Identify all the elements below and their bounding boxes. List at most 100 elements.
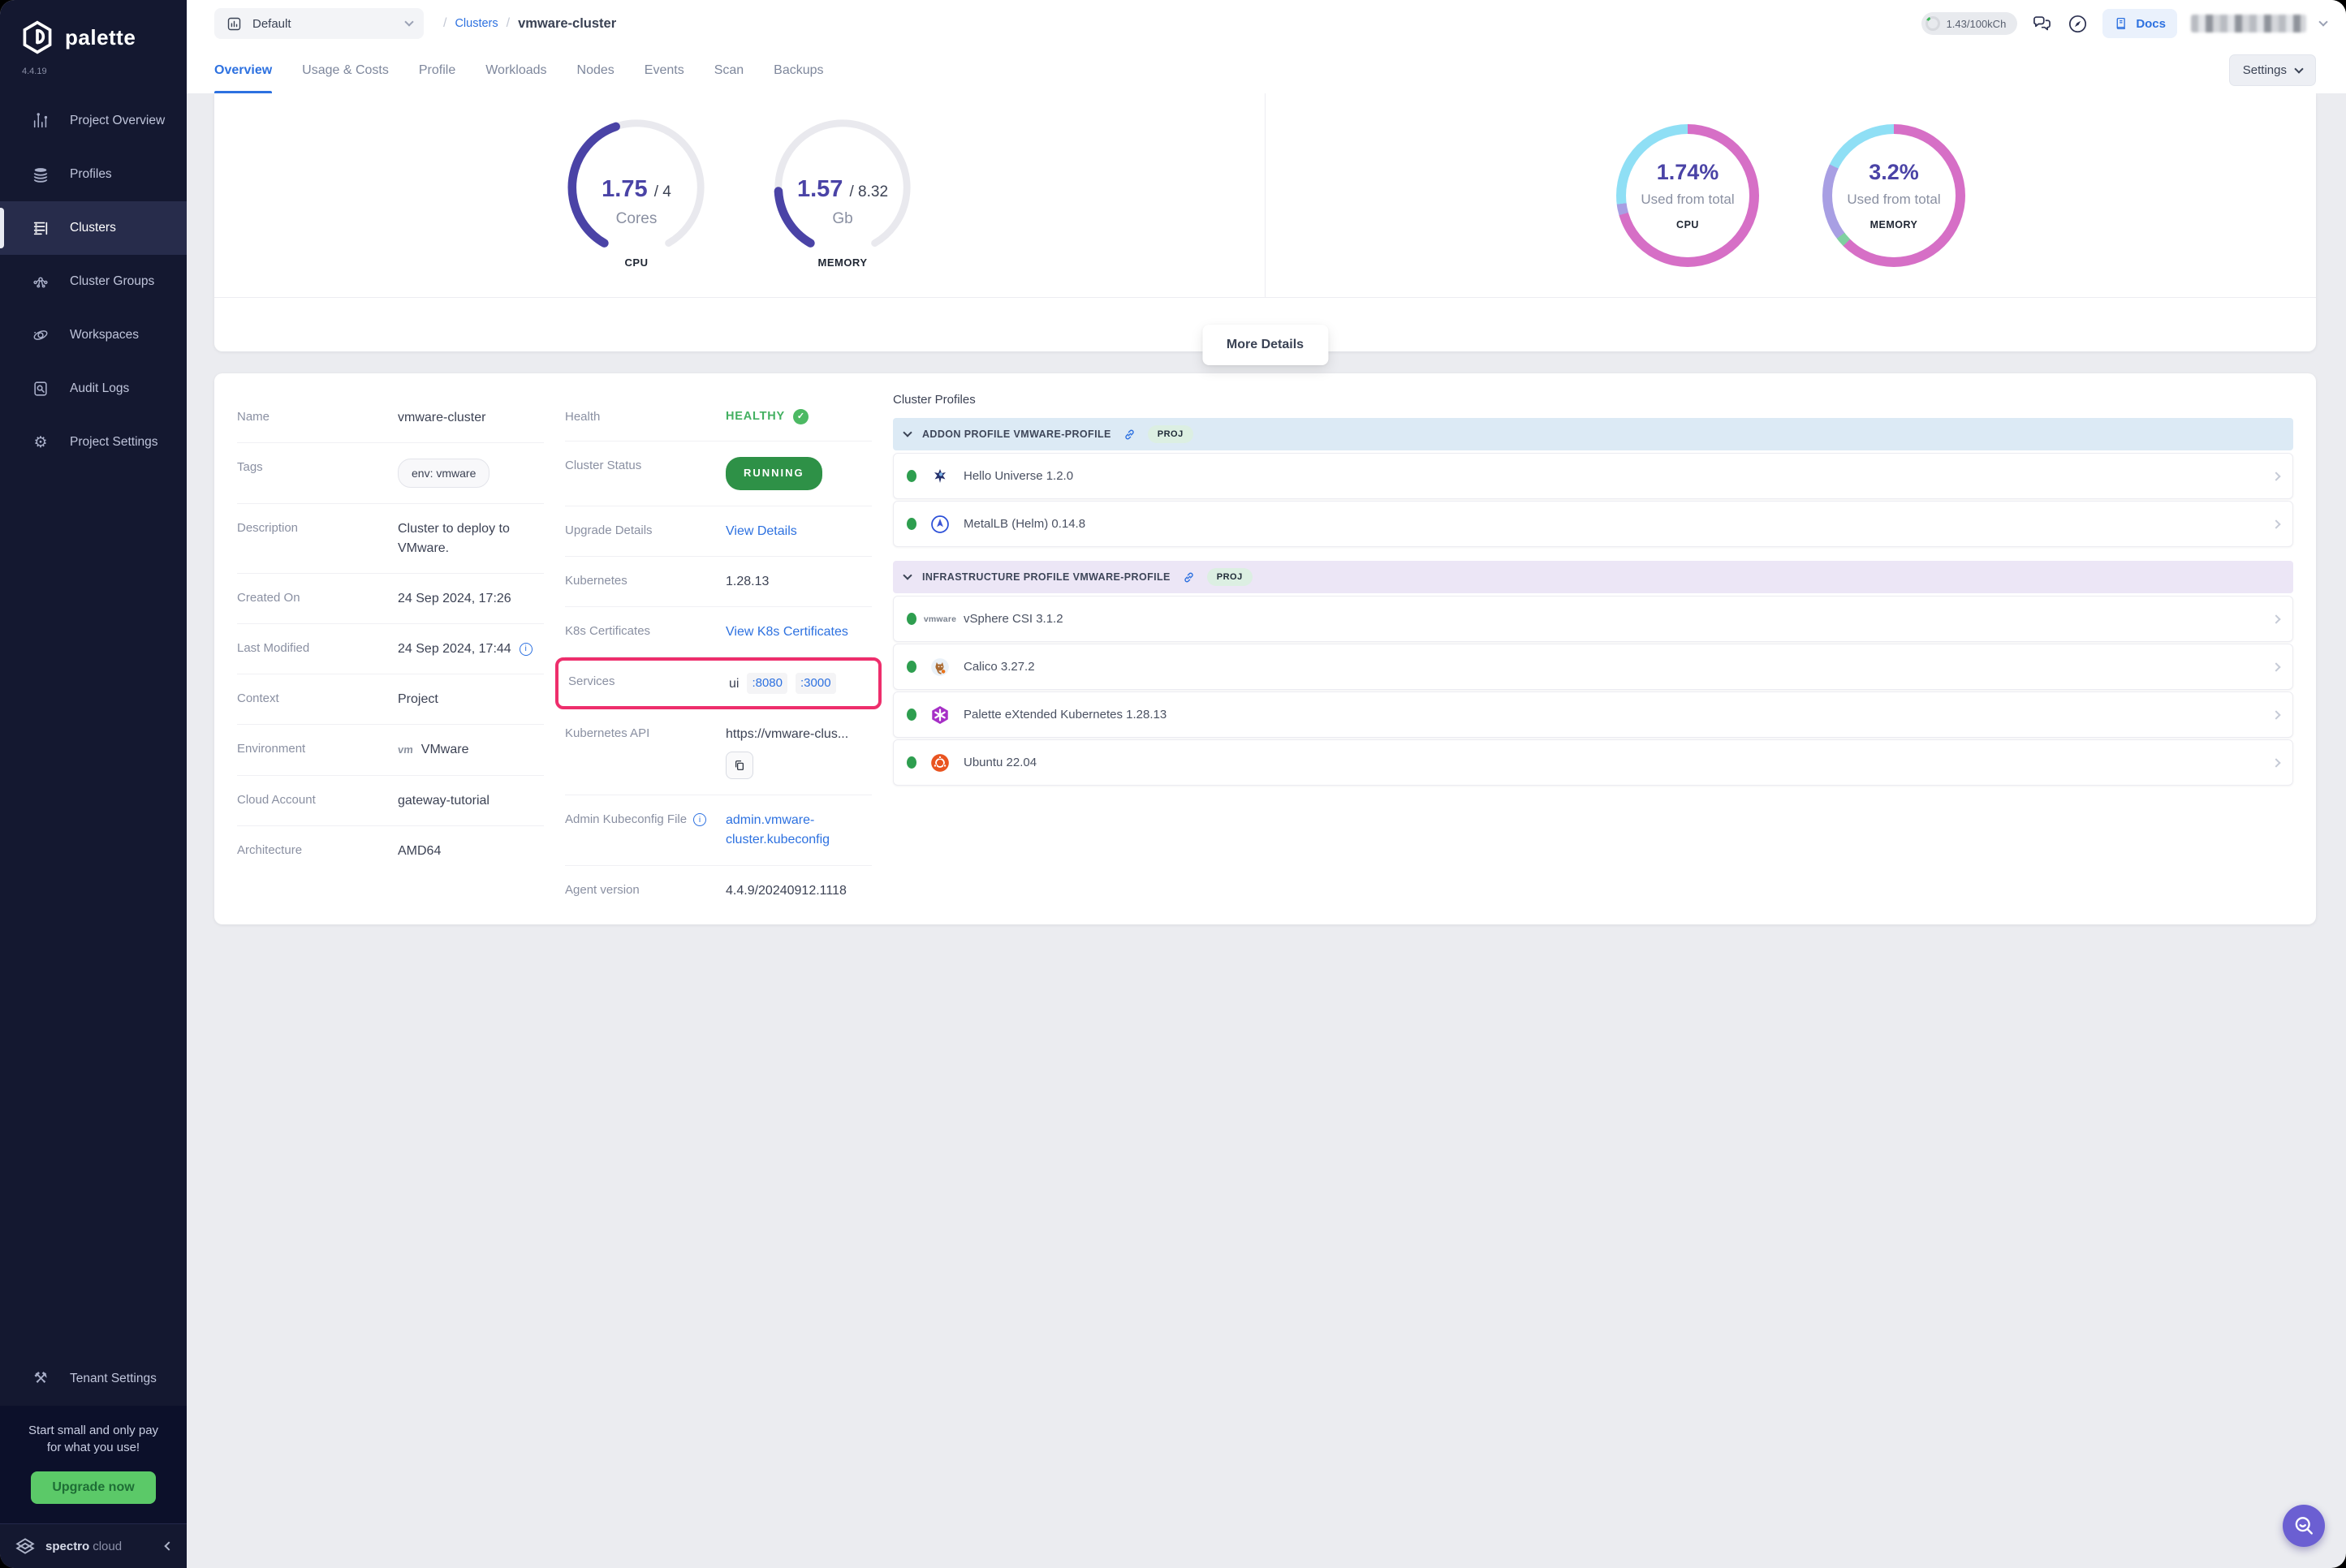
row-upgrade-details: Upgrade Details View Details xyxy=(565,506,872,557)
user-menu-redacted[interactable] xyxy=(2191,15,2306,32)
main-area: Default / Clusters / vmware-cluster 1.43… xyxy=(187,0,2346,1568)
service-name: ui xyxy=(729,674,739,693)
sidebar-item-label: Profiles xyxy=(70,167,112,182)
sidebar-item-project-overview[interactable]: Project Overview xyxy=(0,94,187,148)
compass-icon xyxy=(2067,13,2089,35)
breadcrumb-clusters-link[interactable]: Clusters xyxy=(455,17,498,30)
tab-scan[interactable]: Scan xyxy=(714,47,744,93)
row-health: Health HEALTHY✓ xyxy=(565,393,872,442)
profile-item-metallb[interactable]: MetalLB (Helm) 0.14.8 xyxy=(893,501,2293,547)
copy-button[interactable] xyxy=(726,752,753,779)
user-chevron-down-icon[interactable] xyxy=(2318,17,2327,26)
network-icon xyxy=(31,272,50,291)
tab-profile[interactable]: Profile xyxy=(419,47,455,93)
collapse-sidebar-button[interactable] xyxy=(166,1539,172,1553)
proj-badge: PROJ xyxy=(1148,425,1193,443)
header-block: Default / Clusters / vmware-cluster 1.43… xyxy=(187,0,2346,93)
detail-label: Cloud Account xyxy=(237,791,398,807)
view-details-link[interactable]: View Details xyxy=(726,522,797,541)
info-icon[interactable]: i xyxy=(520,643,533,656)
breadcrumb-separator: / xyxy=(443,16,446,31)
chevron-down-icon xyxy=(2294,64,2303,73)
profile-item-palette-extended-kubernetes[interactable]: Palette eXtended Kubernetes 1.28.13 xyxy=(893,691,2293,738)
profile-item-vsphere-csi[interactable]: vmware vSphere CSI 3.1.2 xyxy=(893,596,2293,642)
sidebar: palette 4.4.19 Project Overview Profiles xyxy=(0,0,187,1568)
app-version: 4.4.19 xyxy=(0,60,187,88)
footer-brand-bold: spectro xyxy=(45,1540,89,1553)
info-icon[interactable]: i xyxy=(693,813,706,826)
detail-label: Architecture xyxy=(237,842,398,857)
link-icon[interactable] xyxy=(1123,428,1136,442)
settings-button[interactable]: Settings xyxy=(2229,54,2316,86)
sidebar-item-tenant-settings[interactable]: ⚒ Tenant Settings xyxy=(0,1352,187,1406)
row-created-on: Created On 24 Sep 2024, 17:26 xyxy=(237,574,544,624)
sidebar-item-cluster-groups[interactable]: Cluster Groups xyxy=(0,255,187,308)
infrastructure-profile-title: INFRASTRUCTURE PROFILE VMWARE-PROFILE xyxy=(922,571,1171,583)
upgrade-now-button[interactable]: Upgrade now xyxy=(31,1471,155,1504)
profile-item-calico[interactable]: Calico 3.27.2 xyxy=(893,644,2293,690)
chevron-right-icon xyxy=(2271,662,2280,671)
sidebar-item-label: Audit Logs xyxy=(70,381,129,396)
tab-usage-costs[interactable]: Usage & Costs xyxy=(302,47,389,93)
tab-nodes[interactable]: Nodes xyxy=(577,47,615,93)
detail-label: Description xyxy=(237,519,398,535)
status-dot xyxy=(907,613,916,625)
service-port-3000-link[interactable]: :3000 xyxy=(796,673,836,694)
tab-workloads[interactable]: Workloads xyxy=(485,47,546,93)
view-k8s-certificates-link[interactable]: View K8s Certificates xyxy=(726,622,848,641)
infrastructure-profile-header[interactable]: INFRASTRUCTURE PROFILE VMWARE-PROFILE PR… xyxy=(893,561,2293,593)
server-list-icon xyxy=(31,218,50,238)
docs-button[interactable]: Docs xyxy=(2102,9,2177,38)
detail-label: Health xyxy=(565,408,726,424)
profile-item-ubuntu[interactable]: Ubuntu 22.04 xyxy=(893,739,2293,786)
sidebar-item-clusters[interactable]: Clusters xyxy=(0,201,187,255)
row-context: Context Project xyxy=(237,674,544,725)
tab-backups[interactable]: Backups xyxy=(774,47,823,93)
calico-icon xyxy=(929,656,951,678)
detail-label: Services xyxy=(568,673,729,688)
sidebar-item-workspaces[interactable]: Workspaces xyxy=(0,308,187,362)
row-services-highlighted: Services ui :8080 :3000 xyxy=(555,657,882,709)
row-environment: Environment vmVMware xyxy=(237,725,544,775)
usage-donuts: 1.74% Used from total CPU 3.2% Used from… xyxy=(1266,93,2316,297)
row-kubernetes-api: Kubernetes API https://vmware-clus... xyxy=(565,709,872,795)
row-k8s-certificates: K8s Certificates View K8s Certificates xyxy=(565,607,872,657)
chevron-down-icon xyxy=(903,571,912,579)
detail-value: gateway-tutorial xyxy=(398,791,489,810)
detail-label: Last Modified xyxy=(237,640,398,655)
brand-logo: palette xyxy=(0,0,187,60)
bar-chart-icon xyxy=(31,111,50,131)
vmware-logo: vmware xyxy=(929,608,951,631)
explore-button[interactable] xyxy=(2067,13,2089,35)
chat-bubbles-icon xyxy=(2031,13,2053,35)
link-icon[interactable] xyxy=(1182,571,1196,584)
kubeconfig-download-link[interactable]: admin.vmware-cluster.kubeconfig xyxy=(726,811,830,850)
addon-profile-header[interactable]: ADDON PROFILE VMWARE-PROFILE PROJ xyxy=(893,418,2293,450)
detail-label: Kubernetes xyxy=(565,572,726,588)
spectro-cloud-logo-icon xyxy=(15,1536,36,1557)
feedback-button[interactable] xyxy=(2031,13,2053,35)
usage-meter[interactable]: 1.43/100kCh xyxy=(1921,12,2018,35)
vm-logo: vm xyxy=(397,743,414,758)
sidebar-item-label: Workspaces xyxy=(70,328,139,342)
profile-item-hello-universe[interactable]: Hello Universe 1.2.0 xyxy=(893,453,2293,499)
sidebar-item-audit-logs[interactable]: Audit Logs xyxy=(0,362,187,416)
row-admin-kubeconfig: Admin Kubeconfig Filei admin.vmware-clus… xyxy=(565,795,872,866)
profile-item-name: vSphere CSI 3.1.2 xyxy=(964,612,2261,626)
tab-events[interactable]: Events xyxy=(645,47,684,93)
chevron-down-icon xyxy=(404,17,413,26)
sidebar-item-project-settings[interactable]: ⚙ Project Settings xyxy=(0,416,187,469)
detail-value: 24 Sep 2024, 17:44 xyxy=(398,640,511,658)
help-search-fab[interactable] xyxy=(2283,1505,2325,1547)
cpu-gauge: 1.75 / 4 Cores CPU xyxy=(565,116,708,275)
memory-gauge: 1.57 / 8.32 Gb MEMORY xyxy=(771,116,914,275)
service-port-8080-link[interactable]: :8080 xyxy=(747,673,787,694)
memory-donut-label: MEMORY xyxy=(1870,219,1918,230)
sidebar-item-profiles[interactable]: Profiles xyxy=(0,148,187,201)
project-selector[interactable]: Default xyxy=(214,8,424,39)
more-details-button[interactable]: More Details xyxy=(1202,325,1328,365)
detail-value: 24 Sep 2024, 17:26 xyxy=(398,589,511,608)
row-description: Description Cluster to deploy to VMware. xyxy=(237,504,544,573)
tab-overview[interactable]: Overview xyxy=(214,47,272,93)
status-badge: RUNNING xyxy=(726,457,822,490)
